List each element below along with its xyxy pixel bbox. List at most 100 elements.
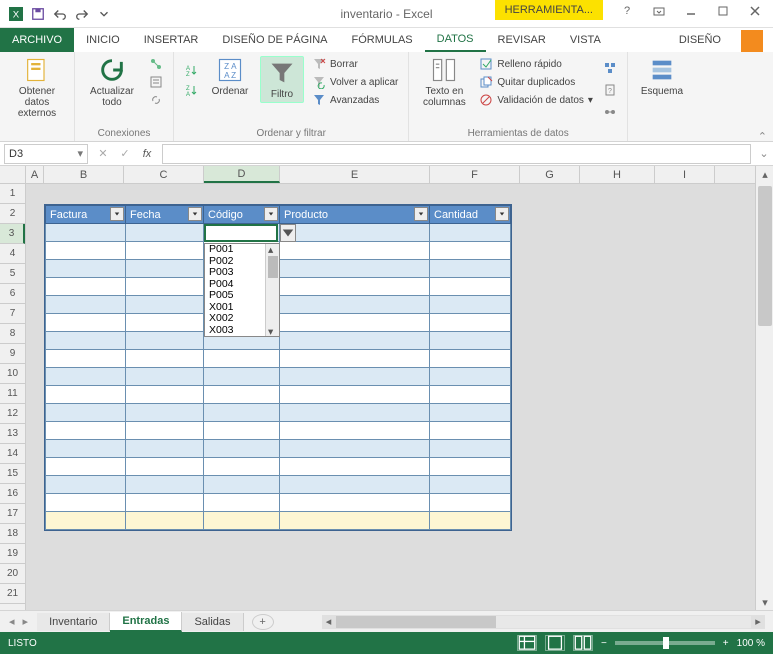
- close-icon[interactable]: [741, 0, 769, 22]
- redo-icon[interactable]: [74, 6, 90, 22]
- table-cell[interactable]: [280, 476, 430, 494]
- table-cell[interactable]: [46, 440, 126, 458]
- col-header-b[interactable]: B: [44, 166, 124, 183]
- table-cell[interactable]: [126, 404, 204, 422]
- formula-input[interactable]: [162, 144, 751, 164]
- scroll-right-icon[interactable]: ▸: [751, 615, 765, 628]
- table-cell[interactable]: [280, 386, 430, 404]
- table-cell[interactable]: [280, 512, 430, 530]
- enter-formula-icon[interactable]: ✓: [114, 144, 136, 164]
- table-cell[interactable]: [46, 260, 126, 278]
- filter-dropdown-button[interactable]: [495, 207, 509, 221]
- quitar-duplicados-button[interactable]: Quitar duplicados: [477, 74, 595, 90]
- table-cell[interactable]: [430, 260, 511, 278]
- table-cell[interactable]: [46, 224, 126, 242]
- table-cell[interactable]: [204, 422, 280, 440]
- table-cell[interactable]: [126, 296, 204, 314]
- row-header-14[interactable]: 14: [0, 444, 25, 464]
- table-cell[interactable]: [280, 332, 430, 350]
- active-cell[interactable]: [204, 224, 278, 242]
- table-cell[interactable]: [46, 278, 126, 296]
- dropdown-item[interactable]: P001: [205, 244, 265, 256]
- avanzadas-button[interactable]: Avanzadas: [310, 92, 400, 108]
- table-cell[interactable]: [204, 350, 280, 368]
- table-cell[interactable]: [430, 404, 511, 422]
- insert-function-icon[interactable]: fx: [136, 144, 158, 164]
- table-cell[interactable]: [46, 242, 126, 260]
- col-header-d[interactable]: D: [204, 166, 280, 183]
- table-cell[interactable]: [430, 224, 511, 242]
- table-cell[interactable]: [280, 404, 430, 422]
- table-cell[interactable]: [126, 476, 204, 494]
- collapse-ribbon-icon[interactable]: ⌃: [758, 130, 767, 143]
- validacion-datos-button[interactable]: Validación de datos ▾: [477, 92, 595, 108]
- table-cell[interactable]: [126, 314, 204, 332]
- row-header-1[interactable]: 1: [0, 184, 25, 204]
- table-cell[interactable]: [126, 440, 204, 458]
- row-header-5[interactable]: 5: [0, 264, 25, 284]
- table-cell[interactable]: [126, 494, 204, 512]
- row-header-18[interactable]: 18: [0, 524, 25, 544]
- scroll-down-icon[interactable]: ▾: [268, 326, 278, 336]
- row-header-11[interactable]: 11: [0, 384, 25, 404]
- scroll-down-icon[interactable]: ▾: [757, 594, 773, 610]
- row-header-17[interactable]: 17: [0, 504, 25, 524]
- col-header-g[interactable]: G: [520, 166, 580, 183]
- table-cell[interactable]: [46, 368, 126, 386]
- filtro-button[interactable]: Filtro: [260, 56, 304, 103]
- col-header-c[interactable]: C: [124, 166, 204, 183]
- ribbon-options-icon[interactable]: [645, 0, 673, 22]
- sheet-nav-prev-icon[interactable]: ◂: [6, 615, 18, 628]
- dropdown-scrollbar[interactable]: ▴ ▾: [265, 244, 279, 336]
- table-cell[interactable]: [430, 494, 511, 512]
- tab-formulas[interactable]: FÓRMULAS: [340, 28, 425, 52]
- col-header-h[interactable]: H: [580, 166, 655, 183]
- dropdown-item[interactable]: P005: [205, 290, 265, 302]
- table-cell[interactable]: [280, 440, 430, 458]
- dropdown-item[interactable]: X002: [205, 313, 265, 325]
- table-cell[interactable]: [46, 332, 126, 350]
- relaciones-button[interactable]: [601, 104, 619, 120]
- tab-inicio[interactable]: INICIO: [74, 28, 132, 52]
- scroll-thumb[interactable]: [758, 186, 772, 326]
- table-cell[interactable]: [126, 386, 204, 404]
- table-cell[interactable]: [204, 458, 280, 476]
- tab-archivo[interactable]: ARCHIVO: [0, 28, 74, 52]
- table-cell[interactable]: [430, 278, 511, 296]
- zoom-level[interactable]: 100 %: [737, 638, 765, 649]
- table-cell[interactable]: [430, 242, 511, 260]
- table-cell[interactable]: [126, 224, 204, 242]
- scroll-up-icon[interactable]: ▴: [757, 166, 773, 182]
- col-header-f[interactable]: F: [430, 166, 520, 183]
- row-header-21[interactable]: 21: [0, 584, 25, 604]
- conexiones-button[interactable]: [147, 56, 165, 72]
- tab-insertar[interactable]: INSERTAR: [132, 28, 211, 52]
- row-header-7[interactable]: 7: [0, 304, 25, 324]
- table-cell[interactable]: [430, 512, 511, 530]
- table-cell[interactable]: [46, 350, 126, 368]
- table-cell[interactable]: [126, 458, 204, 476]
- select-all-button[interactable]: [0, 166, 26, 184]
- table-cell[interactable]: [46, 494, 126, 512]
- row-header-15[interactable]: 15: [0, 464, 25, 484]
- col-header-i[interactable]: I: [655, 166, 715, 183]
- table-cell[interactable]: [280, 224, 430, 242]
- editar-vinculos-button[interactable]: [147, 92, 165, 108]
- table-cell[interactable]: [204, 404, 280, 422]
- row-header-6[interactable]: 6: [0, 284, 25, 304]
- table-cell[interactable]: [46, 404, 126, 422]
- col-header-e[interactable]: E: [280, 166, 430, 183]
- dropdown-item[interactable]: P003: [205, 267, 265, 279]
- volver-aplicar-button[interactable]: Volver a aplicar: [310, 74, 400, 90]
- esquema-button[interactable]: Esquema: [636, 56, 688, 97]
- filter-dropdown-button[interactable]: [264, 207, 278, 221]
- analisis-hipotesis-button[interactable]: ?: [601, 82, 619, 98]
- add-sheet-button[interactable]: +: [252, 614, 274, 630]
- table-cell[interactable]: [430, 332, 511, 350]
- tab-diseno-pagina[interactable]: DISEÑO DE PÁGINA: [210, 28, 339, 52]
- row-header-4[interactable]: 4: [0, 244, 25, 264]
- qat-customize-icon[interactable]: [96, 6, 112, 22]
- row-header-12[interactable]: 12: [0, 404, 25, 424]
- ordenar-button[interactable]: ZAAZ Ordenar: [206, 56, 254, 97]
- name-box[interactable]: D3 ▾: [4, 144, 88, 164]
